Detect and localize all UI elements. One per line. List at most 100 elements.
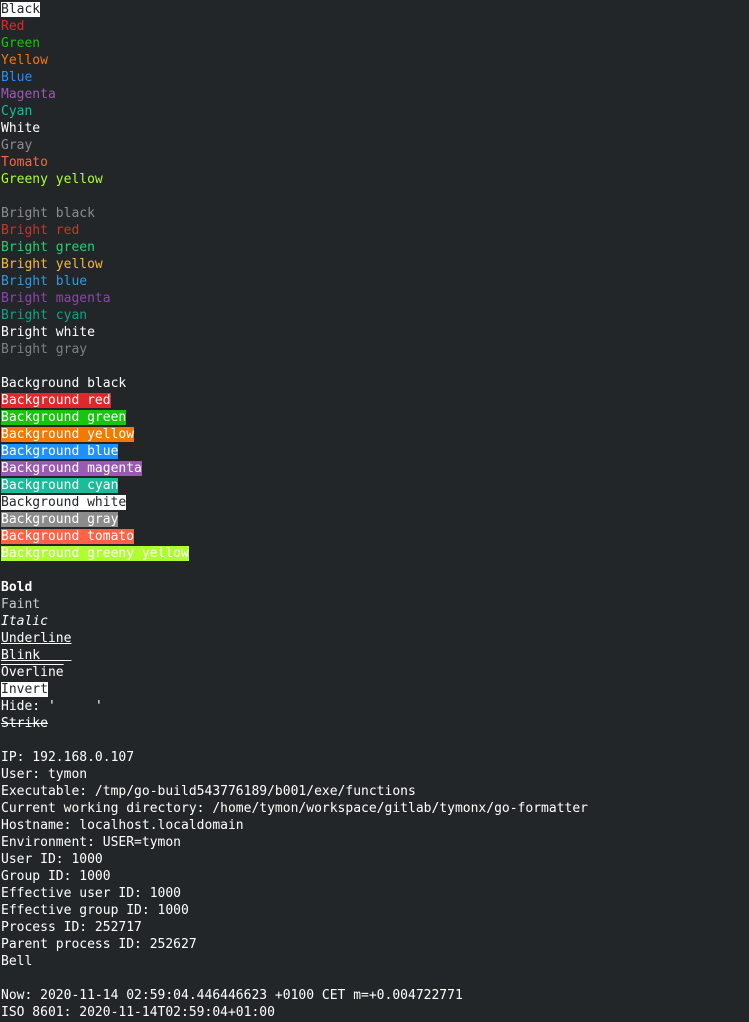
terminal-line: ISO 8601: 2020-11-14T02:59:04+01:00 <box>1 1004 588 1021</box>
terminal-line: Parent process ID: 252627 <box>1 936 588 953</box>
terminal-text: Now: 2020-11-14 02:59:04.446446623 +0100… <box>1 988 463 1003</box>
terminal-text: Effective user ID: 1000 <box>1 886 182 901</box>
terminal-text: ISO 8601: 2020-11-14T02:59:04+01:00 <box>1 1005 275 1020</box>
terminal-line: Background tomato <box>1 528 588 545</box>
terminal-line: Underline <box>1 630 588 647</box>
terminal-text: Bright yellow <box>1 257 103 272</box>
terminal-line: Background green <box>1 409 588 426</box>
terminal-text: User: tymon <box>1 767 88 782</box>
terminal-line: Overline <box>1 664 588 681</box>
terminal-text: Hide: ' <box>1 699 56 714</box>
terminal-line: Bright green <box>1 239 588 256</box>
terminal-line: Bright red <box>1 222 588 239</box>
terminal-text: Current working directory: /home/tymon/w… <box>1 801 588 816</box>
terminal-line: Now: 2020-11-14 02:59:04.446446623 +0100… <box>1 987 588 1004</box>
terminal-line: Effective group ID: 1000 <box>1 902 588 919</box>
terminal-text: Background red <box>1 393 111 408</box>
terminal-text: White <box>1 121 41 136</box>
terminal-text: Magenta <box>1 87 56 102</box>
terminal-line: Background black <box>1 375 588 392</box>
terminal-line: Bell <box>1 953 588 970</box>
terminal-line: Background red <box>1 392 588 409</box>
terminal-text: Background gray <box>1 512 119 527</box>
terminal-line: Greeny yellow <box>1 171 588 188</box>
terminal-text: Bold <box>1 580 33 595</box>
terminal-text: Bright magenta <box>1 291 111 306</box>
terminal-output: Black Red Green Yellow Blue Magenta Cyan White G… <box>1 1 588 1021</box>
terminal-text: Gray <box>1 138 33 153</box>
terminal-text: Greeny yellow <box>1 172 103 187</box>
terminal-text: Strike <box>1 716 48 731</box>
terminal-line: Hide: ' ' <box>1 698 588 715</box>
terminal-line: Background yellow <box>1 426 588 443</box>
terminal-text: Process ID: 252717 <box>1 920 142 935</box>
terminal-text: Italic <box>1 614 48 629</box>
terminal-line: Black <box>1 1 588 18</box>
terminal-text: Blue <box>1 70 33 85</box>
terminal-text: Background magenta <box>1 461 142 476</box>
terminal-text: Parent process ID: 252627 <box>1 937 197 952</box>
terminal-line: Yellow <box>1 52 588 69</box>
terminal-line: Red <box>1 18 588 35</box>
terminal-line: Environment: USER=tymon <box>1 834 588 851</box>
terminal-text: Bell <box>1 954 33 969</box>
terminal-text: Bright blue <box>1 274 88 289</box>
terminal-text: Background tomato <box>1 529 135 544</box>
terminal-text: IP: 192.168.0.107 <box>1 750 135 765</box>
terminal-line: Bright black <box>1 205 588 222</box>
terminal-text: Underline <box>1 631 72 646</box>
terminal-line: Executable: /tmp/go-build543776189/b001/… <box>1 783 588 800</box>
terminal-text: Background green <box>1 410 127 425</box>
terminal-line: Group ID: 1000 <box>1 868 588 885</box>
terminal-text: Blink <box>1 648 72 663</box>
terminal-text: Yellow <box>1 53 48 68</box>
terminal-text: Background greeny yellow <box>1 546 189 561</box>
terminal-text: Hostname: localhost.localdomain <box>1 818 244 833</box>
terminal-line: Bold <box>1 579 588 596</box>
terminal-text: Tomato <box>1 155 48 170</box>
terminal-line: Background white <box>1 494 588 511</box>
terminal-text: Environment: USER=tymon <box>1 835 182 850</box>
terminal-line: Background greeny yellow <box>1 545 588 562</box>
terminal-text: Overline <box>1 665 64 680</box>
terminal-line: IP: 192.168.0.107 <box>1 749 588 766</box>
terminal-text: Cyan <box>1 104 33 119</box>
terminal-text: Background black <box>1 376 127 391</box>
terminal-line: White <box>1 120 588 137</box>
terminal-line: Bright blue <box>1 273 588 290</box>
terminal-line: Current working directory: /home/tymon/w… <box>1 800 588 817</box>
terminal-line: Background cyan <box>1 477 588 494</box>
terminal-line: Strike <box>1 715 588 732</box>
terminal-text: Invert <box>1 682 48 697</box>
terminal-text: Executable: /tmp/go-build543776189/b001/… <box>1 784 416 799</box>
terminal-text: Bright cyan <box>1 308 88 323</box>
terminal-text: Background white <box>1 495 127 510</box>
terminal-line: Bright yellow <box>1 256 588 273</box>
terminal-line: Gray <box>1 137 588 154</box>
terminal-text: Background yellow <box>1 427 135 442</box>
terminal-line: Background blue <box>1 443 588 460</box>
terminal-line: Hostname: localhost.localdomain <box>1 817 588 834</box>
terminal-line: Invert <box>1 681 588 698</box>
terminal-line: Background gray <box>1 511 588 528</box>
terminal-line: Green <box>1 35 588 52</box>
terminal-text: User ID: 1000 <box>1 852 103 867</box>
terminal-line: Italic <box>1 613 588 630</box>
terminal-text: Red <box>1 19 25 34</box>
terminal-line: Process ID: 252717 <box>1 919 588 936</box>
terminal-text: Effective group ID: 1000 <box>1 903 189 918</box>
terminal-line: Bright white <box>1 324 588 341</box>
terminal-text: Background cyan <box>1 478 119 493</box>
terminal-text: Background blue <box>1 444 119 459</box>
terminal-text: Bright black <box>1 206 95 221</box>
terminal-line: Bright gray <box>1 341 588 358</box>
terminal-line: Cyan <box>1 103 588 120</box>
terminal-line: Blink <box>1 647 588 664</box>
terminal-line: Bright cyan <box>1 307 588 324</box>
terminal-line: Bright magenta <box>1 290 588 307</box>
terminal-text: Bright white <box>1 325 95 340</box>
terminal-text: Faint <box>1 597 41 612</box>
